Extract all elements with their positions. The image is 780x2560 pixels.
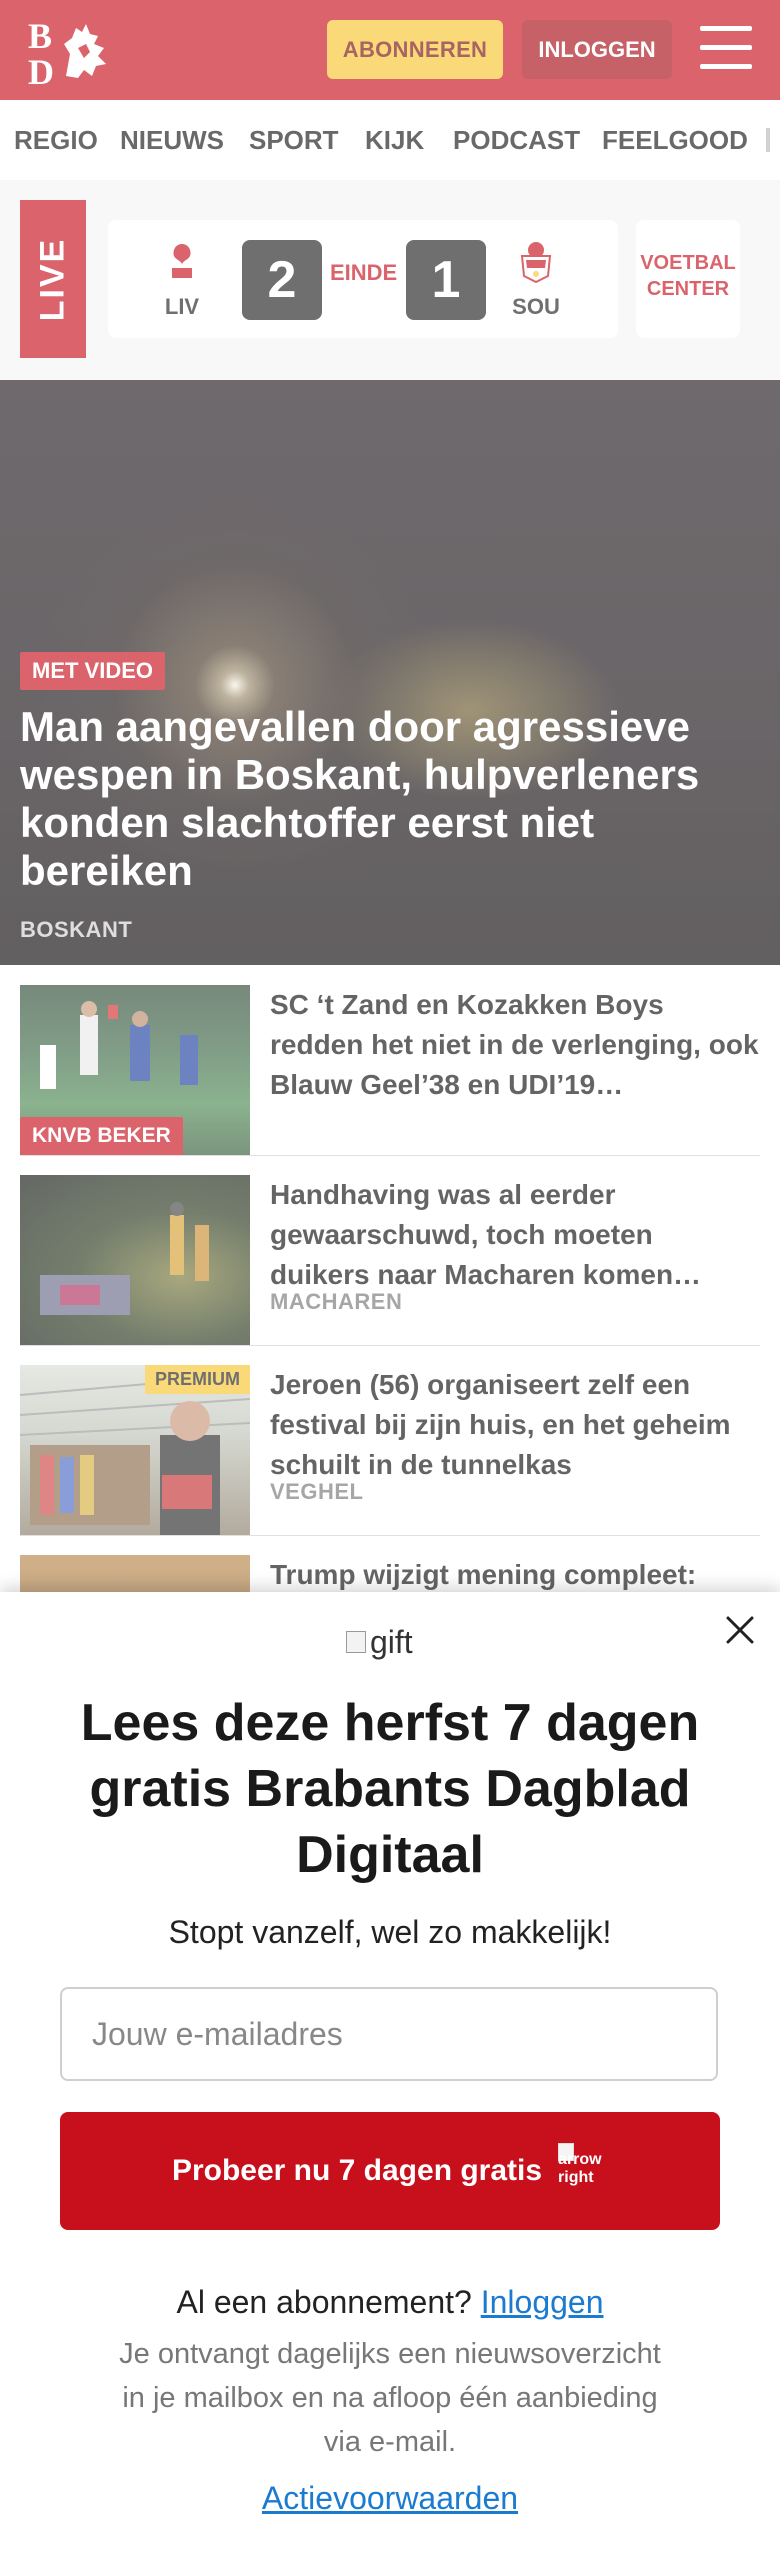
terms-row: Actievoorwaarden bbox=[40, 2480, 740, 2517]
start-trial-button[interactable]: Probeer nu 7 dagen gratis arrow right bbox=[60, 2112, 720, 2230]
arrow-right-icon: arrow right bbox=[558, 2143, 608, 2199]
existing-subscription-text: Al een abonnement? bbox=[176, 2284, 472, 2320]
popup-subtitle: Stopt vanzelf, wel zo makkelijk! bbox=[168, 1914, 612, 1950]
trial-popup: gift Lees deze herfst 7 dagen gratis Bra… bbox=[0, 1592, 780, 2560]
login-link[interactable]: Inloggen bbox=[481, 2284, 604, 2320]
existing-subscription-row: Al een abonnement? Inloggen bbox=[40, 2284, 740, 2321]
email-field[interactable] bbox=[60, 1987, 718, 2081]
newsletter-disclaimer: Je ontvangt dagelijks een nieuwsoverzich… bbox=[119, 2338, 661, 2458]
popup-title: Lees deze herfst 7 dagen gratis Brabants… bbox=[80, 1694, 700, 1884]
close-icon[interactable] bbox=[722, 1612, 758, 1648]
gift-icon: gift bbox=[346, 1624, 446, 1660]
page: B D ABONNEREN INLOGGEN REGIO NIEUWS SPOR… bbox=[0, 0, 780, 2560]
start-trial-label: Probeer nu 7 dagen gratis bbox=[171, 2154, 543, 2187]
terms-link[interactable]: Actievoorwaarden bbox=[262, 2480, 518, 2516]
page-dim-overlay[interactable] bbox=[0, 0, 780, 1592]
